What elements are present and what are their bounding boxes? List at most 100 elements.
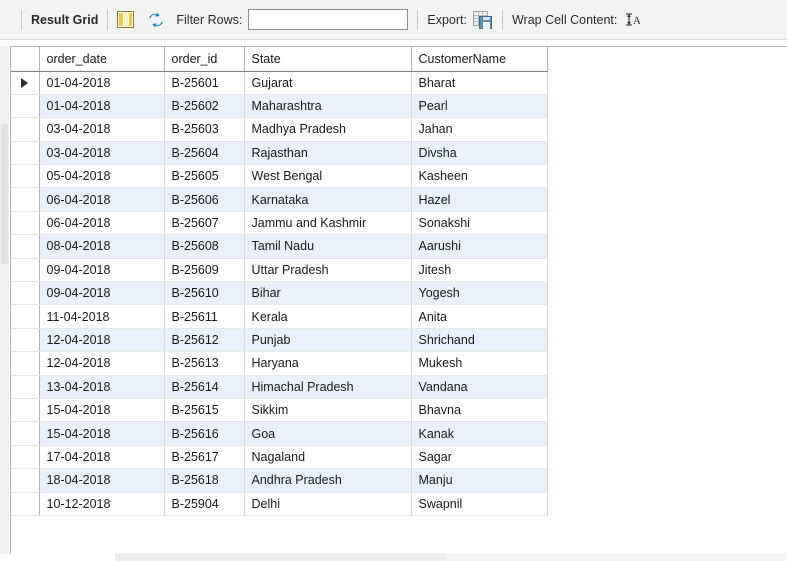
cell-order-id[interactable]: B-25613 xyxy=(164,351,245,376)
cell-order-date[interactable]: 13-04-2018 xyxy=(39,375,165,399)
row-selector-cell[interactable] xyxy=(11,421,40,446)
cell-state[interactable]: Goa xyxy=(244,421,412,446)
cell-state[interactable]: Tamil Nadu xyxy=(244,234,412,259)
cell-state[interactable]: Uttar Pradesh xyxy=(244,258,412,283)
table-row[interactable]: 06-04-2018 B-25607 Jammu and Kashmir Sonaks… xyxy=(11,211,548,236)
cell-customername[interactable]: Shrichand xyxy=(411,328,548,353)
cell-order-date[interactable]: 12-04-2018 xyxy=(39,351,165,376)
cell-customername[interactable]: Hazel xyxy=(411,187,548,212)
cell-order-id[interactable]: B-25610 xyxy=(164,281,245,306)
cell-order-id[interactable]: B-25615 xyxy=(164,398,245,423)
row-selector-cell[interactable] xyxy=(11,375,40,399)
row-selector-cell[interactable] xyxy=(11,71,40,95)
table-row[interactable]: 15-04-2018 B-25615 Sikkim Bhavna xyxy=(11,398,548,423)
cell-customername[interactable]: Pearl xyxy=(411,94,548,119)
cell-customername[interactable]: Sonakshi xyxy=(411,211,548,236)
row-selector-cell[interactable] xyxy=(11,398,40,423)
cell-order-id[interactable]: B-25617 xyxy=(164,445,245,470)
row-selector-cell[interactable] xyxy=(11,187,40,212)
refresh-icon[interactable] xyxy=(148,12,164,28)
row-selector-cell[interactable] xyxy=(11,351,40,376)
cell-customername[interactable]: Mukesh xyxy=(411,351,548,376)
cell-order-date[interactable]: 15-04-2018 xyxy=(39,421,165,446)
cell-customername[interactable]: Jitesh xyxy=(411,258,548,283)
cell-state[interactable]: Madhya Pradesh xyxy=(244,117,412,142)
table-row[interactable]: 17-04-2018 B-25617 Nagaland Sagar xyxy=(11,445,548,470)
cell-order-id[interactable]: B-25614 xyxy=(164,375,245,399)
cell-order-date[interactable]: 10-12-2018 xyxy=(39,492,165,516)
cell-order-id[interactable]: B-25618 xyxy=(164,468,245,493)
table-row[interactable]: 09-04-2018 B-25610 Bihar Yogesh xyxy=(11,281,548,306)
cell-state[interactable]: Jammu and Kashmir xyxy=(244,211,412,236)
horizontal-scrollbar[interactable] xyxy=(115,553,787,561)
column-header-state[interactable]: State xyxy=(244,47,412,72)
wrap-cell-content-icon[interactable]: A xyxy=(625,12,641,27)
cell-state[interactable]: West Bengal xyxy=(244,164,412,189)
cell-order-id[interactable]: B-25612 xyxy=(164,328,245,353)
horizontal-scrollbar-thumb[interactable] xyxy=(115,553,445,561)
row-selector-cell[interactable] xyxy=(11,468,40,493)
cell-order-date[interactable]: 09-04-2018 xyxy=(39,281,165,306)
cell-customername[interactable]: Divsha xyxy=(411,141,548,166)
row-selector-cell[interactable] xyxy=(11,492,40,516)
table-row[interactable]: 08-04-2018 B-25608 Tamil Nadu Aarushi xyxy=(11,234,548,259)
vertical-scrollbar[interactable] xyxy=(0,46,9,554)
cell-customername[interactable]: Sagar xyxy=(411,445,548,470)
cell-state[interactable]: Himachal Pradesh xyxy=(244,375,412,399)
row-selector-cell[interactable] xyxy=(11,328,40,353)
table-row[interactable]: 12-04-2018 B-25612 Punjab Shrichand xyxy=(11,328,548,353)
table-row[interactable]: 12-04-2018 B-25613 Haryana Mukesh xyxy=(11,351,548,376)
row-selector-cell[interactable] xyxy=(11,304,40,329)
cell-customername[interactable]: Bharat xyxy=(411,71,548,95)
cell-state[interactable]: Andhra Pradesh xyxy=(244,468,412,493)
cell-order-id[interactable]: B-25602 xyxy=(164,94,245,119)
cell-customername[interactable]: Aarushi xyxy=(411,234,548,259)
vertical-scrollbar-thumb[interactable] xyxy=(1,124,8,264)
row-selector-cell[interactable] xyxy=(11,164,40,189)
cell-state[interactable]: Nagaland xyxy=(244,445,412,470)
table-row[interactable]: 18-04-2018 B-25618 Andhra Pradesh Manju xyxy=(11,468,548,493)
table-row[interactable]: 06-04-2018 B-25606 Karnataka Hazel xyxy=(11,187,548,212)
cell-order-id[interactable]: B-25606 xyxy=(164,187,245,212)
cell-state[interactable]: Bihar xyxy=(244,281,412,306)
cell-order-date[interactable]: 15-04-2018 xyxy=(39,398,165,423)
row-selector-cell[interactable] xyxy=(11,234,40,259)
cell-order-id[interactable]: B-25609 xyxy=(164,258,245,283)
cell-order-date[interactable]: 11-04-2018 xyxy=(39,304,165,329)
cell-order-date[interactable]: 09-04-2018 xyxy=(39,258,165,283)
row-selector-cell[interactable] xyxy=(11,258,40,283)
cell-order-id[interactable]: B-25604 xyxy=(164,141,245,166)
cell-state[interactable]: Karnataka xyxy=(244,187,412,212)
cell-order-date[interactable]: 01-04-2018 xyxy=(39,71,165,95)
table-row[interactable]: 01-04-2018 B-25601 Gujarat Bharat xyxy=(11,71,548,95)
column-header-customername[interactable]: CustomerName xyxy=(411,47,548,72)
table-row[interactable]: 09-04-2018 B-25609 Uttar Pradesh Jitesh xyxy=(11,258,548,283)
row-selector-cell[interactable] xyxy=(11,94,40,119)
table-row[interactable]: 03-04-2018 B-25604 Rajasthan Divsha xyxy=(11,141,548,166)
table-row[interactable]: 03-04-2018 B-25603 Madhya Pradesh Jahan xyxy=(11,117,548,142)
export-to-file-icon[interactable] xyxy=(472,10,493,29)
cell-state[interactable]: Sikkim xyxy=(244,398,412,423)
cell-state[interactable]: Maharashtra xyxy=(244,94,412,119)
cell-order-id[interactable]: B-25904 xyxy=(164,492,245,516)
cell-customername[interactable]: Jahan xyxy=(411,117,548,142)
cell-order-date[interactable]: 17-04-2018 xyxy=(39,445,165,470)
cell-order-id[interactable]: B-25603 xyxy=(164,117,245,142)
filter-rows-input[interactable] xyxy=(248,9,409,30)
cell-order-id[interactable]: B-25608 xyxy=(164,234,245,259)
cell-customername[interactable]: Vandana xyxy=(411,375,548,399)
cell-customername[interactable]: Anita xyxy=(411,304,548,329)
row-selector-cell[interactable] xyxy=(11,141,40,166)
cell-state[interactable]: Rajasthan xyxy=(244,141,412,166)
cell-order-id[interactable]: B-25616 xyxy=(164,421,245,446)
cell-customername[interactable]: Kanak xyxy=(411,421,548,446)
row-selector-cell[interactable] xyxy=(11,211,40,236)
cell-order-id[interactable]: B-25605 xyxy=(164,164,245,189)
grid-columns-icon[interactable] xyxy=(117,11,135,28)
cell-customername[interactable]: Yogesh xyxy=(411,281,548,306)
table-row[interactable]: 15-04-2018 B-25616 Goa Kanak xyxy=(11,421,548,446)
column-header-order-id[interactable]: order_id xyxy=(164,47,245,72)
cell-order-id[interactable]: B-25611 xyxy=(164,304,245,329)
cell-order-date[interactable]: 06-04-2018 xyxy=(39,187,165,212)
cell-order-date[interactable]: 12-04-2018 xyxy=(39,328,165,353)
